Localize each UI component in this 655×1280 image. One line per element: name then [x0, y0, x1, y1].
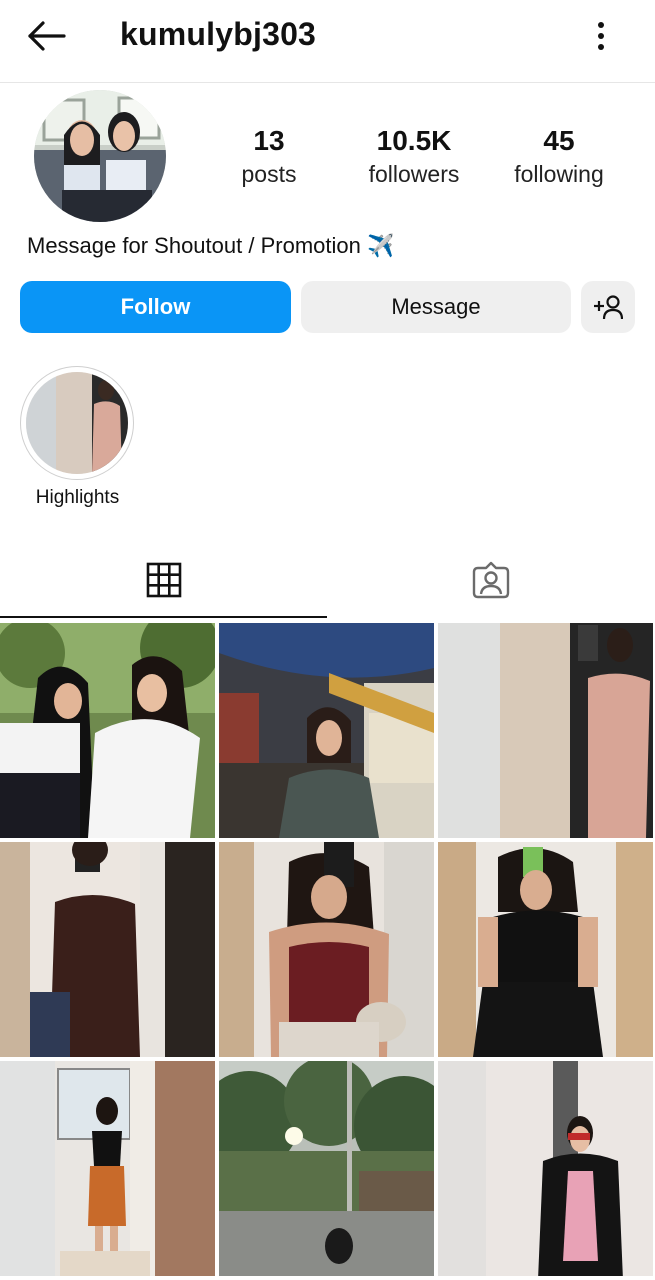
post-image	[219, 842, 434, 1057]
arrow-left-icon	[28, 21, 66, 51]
stat-posts-value: 13	[253, 125, 285, 156]
post-thumbnail[interactable]	[219, 623, 434, 838]
stat-followers-value: 10.5K	[376, 125, 452, 156]
stat-following[interactable]: 45 following	[489, 124, 629, 190]
stat-followers[interactable]: 10.5K followers	[344, 124, 484, 190]
avatar-photo	[34, 90, 166, 222]
active-tab-indicator	[0, 616, 327, 618]
more-vertical-icon	[598, 22, 604, 50]
stat-posts-label: posts	[241, 161, 297, 187]
post-thumbnail[interactable]	[219, 1061, 434, 1276]
stat-following-label: following	[514, 161, 604, 187]
grid-icon	[146, 562, 181, 598]
profile-avatar[interactable]	[34, 90, 166, 222]
stat-posts[interactable]: 13 posts	[199, 124, 339, 190]
post-image	[438, 842, 653, 1057]
post-thumbnail[interactable]	[0, 1061, 215, 1276]
more-options-button[interactable]	[588, 18, 614, 54]
highlight-label: Highlights	[35, 487, 120, 508]
suggest-user-button[interactable]	[581, 281, 635, 333]
content-tabs	[0, 545, 655, 620]
tab-posts-grid[interactable]	[0, 545, 327, 615]
post-thumbnail[interactable]	[438, 623, 653, 838]
post-thumbnail[interactable]	[219, 842, 434, 1057]
add-person-icon	[594, 295, 623, 320]
post-image	[438, 623, 653, 838]
stat-following-value: 45	[543, 125, 575, 156]
profile-username: kumulybj303	[120, 16, 317, 52]
top-bar	[0, 0, 655, 83]
post-image	[0, 1061, 215, 1276]
post-thumbnail[interactable]	[0, 623, 215, 838]
post-image	[438, 1061, 653, 1276]
highlight-item[interactable]	[26, 372, 128, 474]
profile-bio: Message for Shoutout / Promotion ✈️	[27, 233, 395, 258]
post-thumbnail[interactable]	[438, 842, 653, 1057]
message-button[interactable]: Message	[301, 281, 571, 333]
follow-button[interactable]: Follow	[20, 281, 291, 333]
stat-followers-label: followers	[368, 161, 460, 187]
tab-tagged[interactable]	[327, 545, 654, 615]
tagged-person-icon	[472, 561, 509, 599]
post-thumbnail[interactable]	[438, 1061, 653, 1276]
highlight-cover	[26, 372, 128, 474]
post-image	[0, 842, 215, 1057]
post-thumbnail[interactable]	[0, 842, 215, 1057]
back-button[interactable]	[26, 18, 66, 54]
post-image	[219, 1061, 434, 1276]
post-image	[219, 623, 434, 838]
post-image	[0, 623, 215, 838]
